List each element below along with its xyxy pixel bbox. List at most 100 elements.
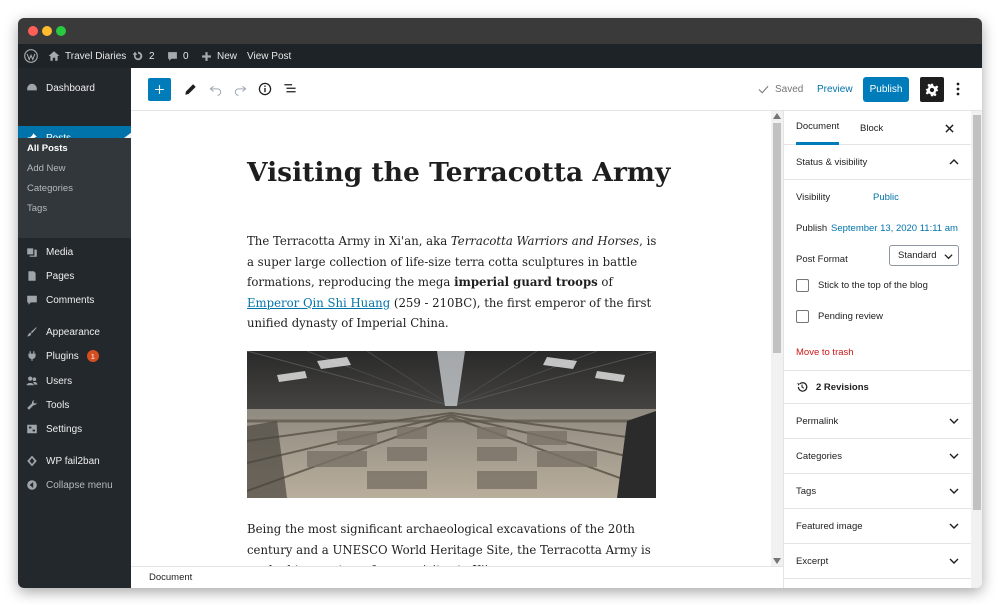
chevron-down-icon: [949, 453, 959, 459]
paragraph-block-2[interactable]: Being the most significant archaeologica…: [247, 519, 657, 566]
block-breadcrumb-bar: Document: [131, 566, 783, 588]
section-label: Excerpt: [796, 555, 829, 567]
featured-image-section[interactable]: Featured image: [784, 509, 971, 544]
preview-label: Preview: [817, 83, 853, 95]
close-window-button[interactable]: [28, 26, 38, 36]
history-icon: [797, 382, 808, 392]
publish-date-toggle[interactable]: September 13, 2020 11:11 am: [831, 223, 958, 234]
chevron-down-icon: [949, 488, 959, 494]
undo-button[interactable]: [205, 79, 225, 99]
sidebar-item-tools[interactable]: Tools: [18, 393, 131, 417]
visibility-label: Visibility: [796, 192, 831, 203]
scroll-down-arrow-icon[interactable]: [773, 558, 781, 564]
tab-document[interactable]: Document: [796, 111, 840, 145]
editor-scrollbar[interactable]: [771, 111, 783, 566]
sidebar-item-label: Appearance: [46, 326, 100, 338]
sidebar-item-pages[interactable]: Pages: [18, 264, 131, 288]
updates-icon: [132, 51, 143, 61]
sticky-checkbox[interactable]: [796, 279, 809, 292]
pending-checkbox[interactable]: [796, 310, 809, 323]
plugins-update-badge: 1: [86, 350, 99, 362]
sticky-option[interactable]: Stick to the top of the blog: [796, 279, 928, 292]
categories-section[interactable]: Categories: [784, 439, 971, 474]
excerpt-section[interactable]: Excerpt: [784, 544, 971, 579]
tab-document-label: Document: [796, 121, 840, 132]
settings-scrollbar[interactable]: [971, 111, 982, 588]
post-title[interactable]: Visiting the Terracotta Army: [247, 157, 670, 188]
sidebar-item-dashboard[interactable]: Dashboard: [18, 76, 131, 100]
redo-button[interactable]: [230, 79, 250, 99]
submenu-tags[interactable]: Tags: [27, 203, 47, 214]
updates-link[interactable]: 2: [132, 44, 155, 68]
gear-icon: [925, 83, 939, 96]
preview-button[interactable]: Preview: [817, 79, 853, 99]
scroll-up-arrow-icon[interactable]: [773, 113, 781, 119]
submenu-categories[interactable]: Categories: [27, 183, 73, 194]
sidebar-item-media[interactable]: Media: [18, 240, 131, 264]
tools-button[interactable]: [180, 79, 200, 99]
submenu-all-posts[interactable]: All Posts: [27, 143, 68, 154]
site-name-link[interactable]: Travel Diaries: [48, 44, 126, 68]
minimize-window-button[interactable]: [42, 26, 52, 36]
editor-scroll-thumb[interactable]: [773, 123, 781, 353]
sidebar-item-label: Tools: [46, 399, 70, 411]
pending-option[interactable]: Pending review: [796, 310, 883, 323]
paragraph-text: The Terracotta Army in Xi'an, aka: [247, 234, 451, 248]
new-content-link[interactable]: New: [201, 44, 237, 68]
post-format-label: Post Format: [796, 254, 848, 265]
close-settings-button[interactable]: [945, 111, 954, 145]
editor-canvas: Visiting the Terracotta Army The Terraco…: [131, 111, 771, 566]
home-icon: [48, 51, 60, 61]
block-navigation-button[interactable]: [280, 79, 300, 99]
sidebar-item-label: Pages: [46, 270, 75, 282]
publish-date-label: Publish: [796, 223, 828, 234]
settings-toggle-button[interactable]: [920, 77, 944, 102]
breadcrumb[interactable]: Document: [149, 572, 192, 583]
permalink-section[interactable]: Permalink: [784, 404, 971, 439]
comments-link[interactable]: 0: [167, 44, 189, 68]
terracotta-army-photo: [247, 351, 656, 498]
chevron-down-icon: [944, 254, 953, 260]
revisions-link[interactable]: 2 Revisions: [784, 370, 971, 404]
move-to-trash-link[interactable]: Move to trash: [796, 347, 854, 358]
brush-icon: [27, 327, 37, 337]
sidebar-item-appearance[interactable]: Appearance: [18, 320, 131, 344]
visibility-toggle[interactable]: Public: [873, 192, 899, 203]
tags-section[interactable]: Tags: [784, 474, 971, 509]
sidebar-item-comments[interactable]: Comments: [18, 288, 131, 312]
updates-count: 2: [149, 50, 155, 62]
status-visibility-header[interactable]: Status & visibility: [784, 145, 971, 180]
tab-block-label: Block: [860, 122, 884, 134]
image-block[interactable]: [247, 351, 656, 498]
paragraph-block[interactable]: The Terracotta Army in Xi'an, aka Terrac…: [247, 231, 657, 334]
sidebar-item-collapse-menu[interactable]: Collapse menu: [18, 473, 131, 497]
sidebar-item-plugins[interactable]: Plugins 1: [18, 344, 131, 368]
settings-scroll-thumb[interactable]: [973, 115, 981, 510]
section-label: Tags: [796, 485, 817, 497]
maximize-window-button[interactable]: [56, 26, 66, 36]
view-post-link[interactable]: View Post: [247, 44, 291, 68]
sticky-label: Stick to the top of the blog: [818, 280, 928, 291]
sidebar-item-wp-fail2ban[interactable]: WP fail2ban: [18, 449, 131, 473]
saved-indicator: Saved: [757, 79, 803, 99]
add-block-button[interactable]: [148, 78, 171, 101]
sidebar-item-users[interactable]: Users: [18, 369, 131, 393]
editor-toolbar: Saved Preview Publish: [131, 68, 982, 111]
pencil-icon: [184, 83, 196, 95]
sidebar-item-label: Collapse menu: [46, 479, 113, 491]
section-label: Categories: [796, 450, 842, 462]
undo-icon: [208, 85, 221, 96]
publish-button[interactable]: Publish: [863, 77, 909, 102]
details-button[interactable]: [255, 79, 275, 99]
tab-block[interactable]: Block: [860, 111, 883, 145]
sidebar-item-settings[interactable]: Settings: [18, 417, 131, 441]
view-post-label: View Post: [247, 50, 292, 62]
submenu-add-new[interactable]: Add New: [27, 163, 66, 174]
post-format-select[interactable]: Standard: [889, 245, 959, 266]
posts-submenu: All Posts Add New Categories Tags: [18, 138, 131, 238]
emperor-link[interactable]: Emperor Qin Shi Huang: [247, 296, 390, 310]
sidebar-item-label: Settings: [46, 423, 83, 435]
wordpress-logo-button[interactable]: [24, 44, 38, 68]
more-options-button[interactable]: [949, 79, 967, 99]
users-icon: [26, 376, 38, 386]
